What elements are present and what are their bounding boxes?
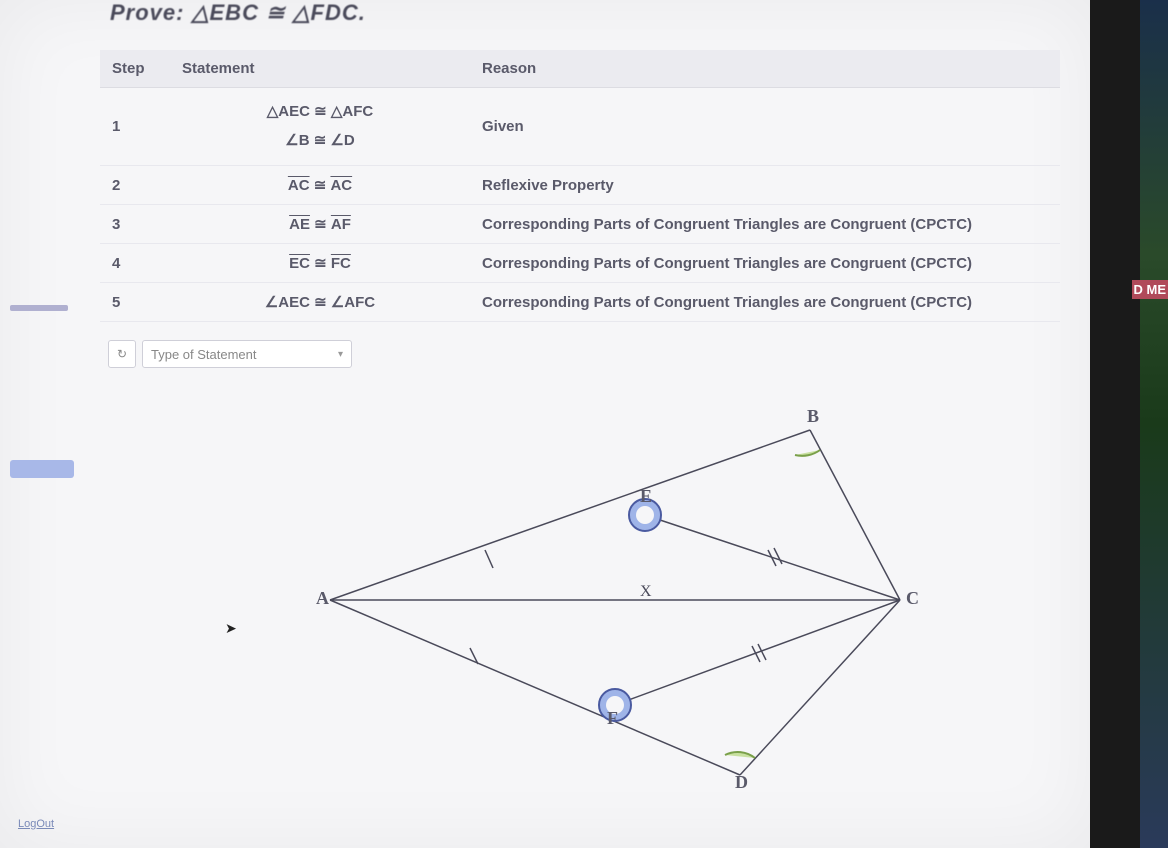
proof-table: Step Statement Reason 1 △AEC ≅ △AFC ∠B ≅… bbox=[100, 50, 1060, 322]
reason-cell: Corresponding Parts of Congruent Triangl… bbox=[470, 283, 1060, 322]
statement-toolbar: ↻ Type of Statement ▾ bbox=[108, 340, 352, 368]
table-row: 4 EC ≅ FC Corresponding Parts of Congrue… bbox=[100, 244, 1060, 283]
reason-cell: Corresponding Parts of Congruent Triangl… bbox=[470, 205, 1060, 244]
statement-text: ∠B ≅ ∠D bbox=[285, 132, 354, 149]
segment: FC bbox=[331, 255, 351, 272]
header-reason: Reason bbox=[470, 50, 1060, 88]
statement-type-select[interactable]: Type of Statement ▾ bbox=[142, 340, 352, 368]
step-number: 4 bbox=[100, 244, 170, 283]
reason-cell: Given bbox=[470, 88, 1060, 166]
reason-cell: Reflexive Property bbox=[470, 166, 1060, 205]
statement-cell: EC ≅ FC bbox=[170, 244, 470, 283]
statement-cell: AE ≅ AF bbox=[170, 205, 470, 244]
vertex-label-b: B bbox=[807, 406, 819, 427]
select-placeholder: Type of Statement bbox=[151, 347, 257, 362]
tick-label: X bbox=[640, 583, 652, 600]
sidebar-indicator bbox=[10, 305, 68, 311]
side-badge: D ME bbox=[1132, 280, 1168, 299]
statement-cell: △AEC ≅ △AFC ∠B ≅ ∠D bbox=[170, 88, 470, 166]
step-number: 3 bbox=[100, 205, 170, 244]
table-row: 1 △AEC ≅ △AFC ∠B ≅ ∠D Given bbox=[100, 88, 1060, 166]
prove-heading: Prove: △EBC ≅ △FDC. bbox=[110, 0, 366, 26]
step-number: 2 bbox=[100, 166, 170, 205]
logout-link[interactable]: LogOut bbox=[18, 818, 54, 830]
side-strip bbox=[1140, 0, 1168, 848]
main-panel: Prove: △EBC ≅ △FDC. Step Statement Reaso… bbox=[0, 0, 1090, 848]
reset-icon: ↻ bbox=[117, 347, 127, 361]
statement-cell: ∠AEC ≅ ∠AFC bbox=[170, 283, 470, 322]
table-row: 2 AC ≅ AC Reflexive Property bbox=[100, 166, 1060, 205]
vertex-label-d: D bbox=[735, 772, 748, 793]
cursor-icon: ➤ bbox=[225, 620, 237, 637]
reason-cell: Corresponding Parts of Congruent Triangl… bbox=[470, 244, 1060, 283]
vertex-label-c: C bbox=[906, 588, 919, 609]
statement-text: △AEC ≅ △AFC bbox=[267, 103, 373, 120]
segment: AC bbox=[288, 177, 310, 194]
step-number: 1 bbox=[100, 88, 170, 166]
triangle-diagram: X A B C D E F bbox=[310, 400, 950, 790]
sidebar-button[interactable] bbox=[10, 460, 74, 478]
segment: AE bbox=[289, 216, 310, 233]
statement-cell: AC ≅ AC bbox=[170, 166, 470, 205]
table-row: 3 AE ≅ AF Corresponding Parts of Congrue… bbox=[100, 205, 1060, 244]
step-number: 5 bbox=[100, 283, 170, 322]
header-step: Step bbox=[100, 50, 170, 88]
segment: AC bbox=[330, 177, 352, 194]
vertex-label-f: F bbox=[607, 708, 618, 729]
vertex-label-e: E bbox=[640, 486, 652, 507]
chevron-down-icon: ▾ bbox=[338, 349, 343, 360]
segment: EC bbox=[289, 255, 310, 272]
vertex-label-a: A bbox=[316, 588, 329, 609]
header-statement: Statement bbox=[170, 50, 470, 88]
segment: AF bbox=[331, 216, 351, 233]
table-row: 5 ∠AEC ≅ ∠AFC Corresponding Parts of Con… bbox=[100, 283, 1060, 322]
reset-step-button[interactable]: ↻ bbox=[108, 340, 136, 368]
